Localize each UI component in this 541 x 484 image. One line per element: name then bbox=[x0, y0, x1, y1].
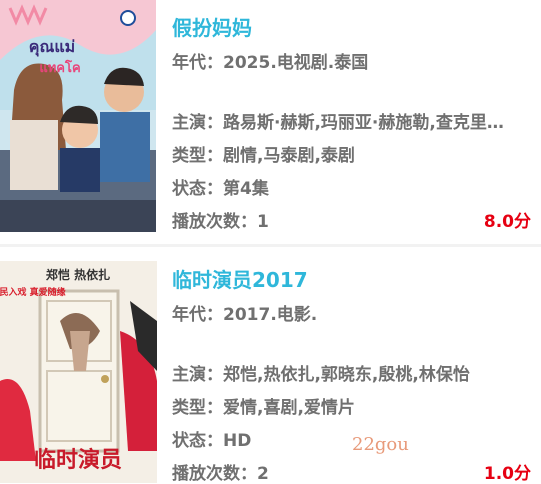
poster-logo: คุณแม่ bbox=[29, 37, 75, 57]
poster-image[interactable]: คุณแม่ แทคโค bbox=[0, 0, 156, 232]
genre-text: 类型：爱情,喜剧,爱情片 bbox=[172, 398, 355, 418]
status-text: 状态：第4集 bbox=[172, 179, 269, 199]
video-list-item[interactable]: คุณแม่ แทคโค 假扮妈妈 年代：2025.电视剧.泰国 主演：路易斯·… bbox=[0, 0, 541, 244]
genre-text: 类型：剧情,马泰剧,泰剧 bbox=[172, 146, 355, 166]
status-text: 状态：HD bbox=[172, 431, 252, 451]
poster-names: 郑恺 热依扎 bbox=[46, 267, 110, 282]
play-count-text: 播放次数：1 bbox=[172, 212, 269, 232]
play-count-text: 播放次数：2 bbox=[172, 464, 269, 484]
poster-tagline: 全民入戏 真爱随缘 bbox=[0, 286, 66, 298]
cast-text: 主演：路易斯·赫斯,玛丽亚·赫施勒,查克里… bbox=[172, 113, 504, 133]
svg-text:แทคโค: แทคโค bbox=[39, 59, 80, 76]
score-text: 1.0分 bbox=[483, 464, 531, 484]
watermark-text: 22gou bbox=[352, 434, 409, 455]
poster-art-jiaban-mama: คุณแม่ แทคโค bbox=[0, 0, 156, 232]
video-list-item[interactable]: 郑恺 热依扎 全民入戏 真爱随缘 临时演员 临时演员2017 年代：2017.电… bbox=[0, 247, 541, 484]
poster-image[interactable]: 郑恺 热依扎 全民入戏 真爱随缘 临时演员 bbox=[0, 261, 157, 483]
score-text: 8.0分 bbox=[483, 212, 531, 232]
video-title[interactable]: 临时演员2017 bbox=[172, 264, 308, 293]
era-text: 年代：2017.电影. bbox=[172, 305, 318, 325]
cast-text: 主演：郑恺,热依扎,郭晓东,殷桃,林保怡 bbox=[172, 365, 470, 385]
poster-art-linshi-yanyuan: 郑恺 热依扎 全民入戏 真爱随缘 临时演员 bbox=[0, 261, 157, 483]
era-text: 年代：2025.电视剧.泰国 bbox=[172, 53, 369, 73]
poster-logo: 临时演员 bbox=[34, 447, 122, 473]
video-title[interactable]: 假扮妈妈 bbox=[172, 12, 252, 41]
